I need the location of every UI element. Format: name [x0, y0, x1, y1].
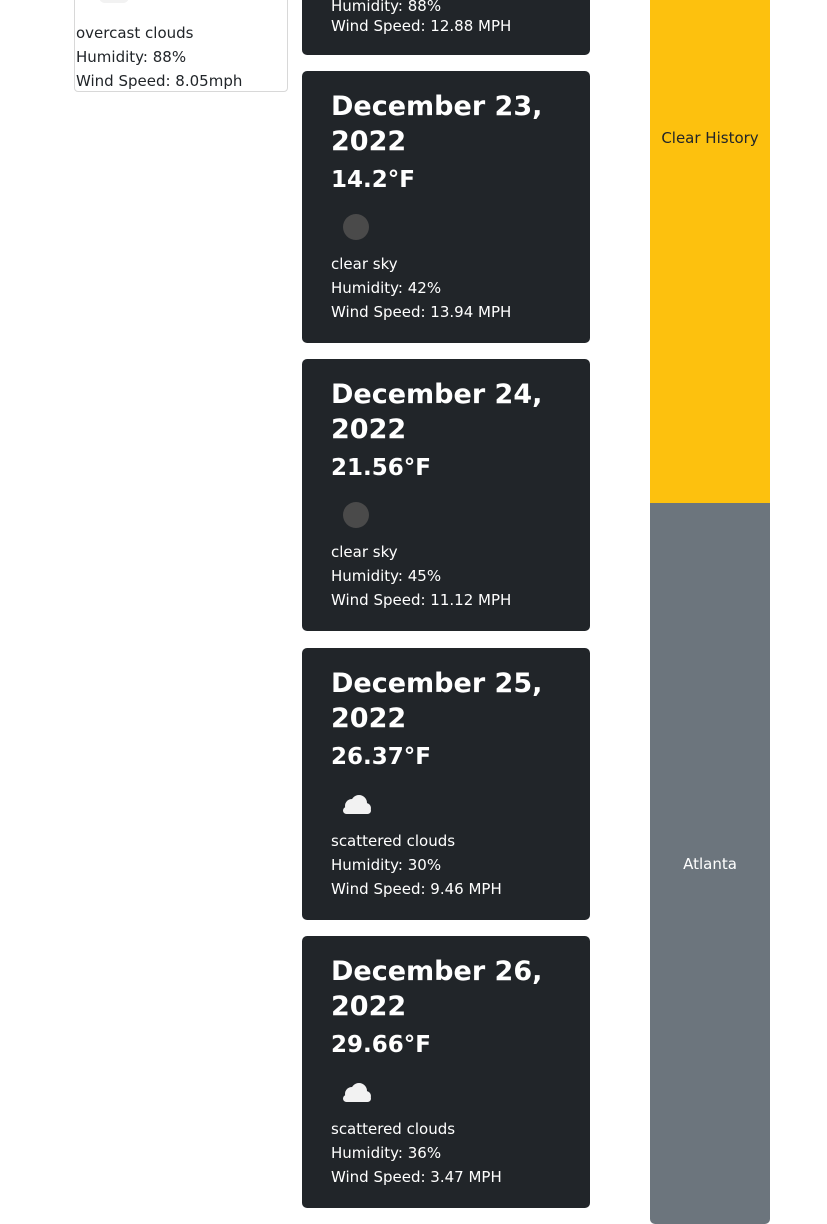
- forecast-card: December 24, 2022 21.56°F clear sky Humi…: [302, 359, 590, 631]
- forecast-temp: 21.56°F: [331, 455, 431, 481]
- forecast-wind: Wind Speed: 13.94 MPH: [331, 303, 512, 321]
- forecast-date: December 26, 2022: [331, 956, 543, 1022]
- forecast-wind: Wind Speed: 9.46 MPH: [331, 880, 502, 898]
- clear-history-button[interactable]: Clear History: [650, 0, 770, 503]
- forecast-card: December 23, 2022 14.2°F clear sky Humid…: [302, 71, 590, 343]
- clear-sky-icon: [331, 490, 381, 540]
- current-humidity: Humidity: 88%: [76, 48, 187, 66]
- forecast-description: scattered clouds: [331, 832, 456, 850]
- cloud-icon: [331, 1067, 381, 1117]
- forecast-humidity: Humidity: 30%: [331, 856, 442, 874]
- forecast-humidity: Humidity: 36%: [331, 1144, 442, 1162]
- forecast-temp: 14.2°F: [331, 167, 415, 193]
- forecast-description: clear sky: [331, 543, 398, 561]
- forecast-date: December 24, 2022: [331, 379, 543, 445]
- forecast-card: Humidity: 88% Wind Speed: 12.88 MPH: [302, 0, 590, 55]
- clear-sky-icon: [331, 202, 381, 252]
- forecast-wind: Wind Speed: 11.12 MPH: [331, 591, 512, 609]
- history-city-button-atlanta[interactable]: Atlanta: [650, 503, 770, 1224]
- forecast-description: clear sky: [331, 255, 398, 273]
- current-weather-card: overcast clouds Humidity: 88% Wind Speed…: [74, 0, 288, 92]
- forecast-date: December 25, 2022: [331, 668, 543, 734]
- forecast-temp: 26.37°F: [331, 744, 431, 770]
- forecast-temp: 29.66°F: [331, 1032, 431, 1058]
- forecast-humidity: Humidity: 45%: [331, 567, 442, 585]
- forecast-card: December 26, 2022 29.66°F scattered clou…: [302, 936, 590, 1208]
- weather-icon: [99, 0, 129, 3]
- forecast-date: December 23, 2022: [331, 91, 543, 157]
- current-wind: Wind Speed: 8.05mph: [76, 72, 243, 90]
- forecast-humidity: Humidity: 42%: [331, 279, 442, 297]
- forecast-wind: Wind Speed: 12.88 MPH: [331, 17, 512, 35]
- forecast-card: December 25, 2022 26.37°F scattered clou…: [302, 648, 590, 920]
- forecast-description: scattered clouds: [331, 1120, 456, 1138]
- forecast-wind: Wind Speed: 3.47 MPH: [331, 1168, 502, 1186]
- cloud-icon: [331, 779, 381, 829]
- current-description: overcast clouds: [76, 24, 194, 42]
